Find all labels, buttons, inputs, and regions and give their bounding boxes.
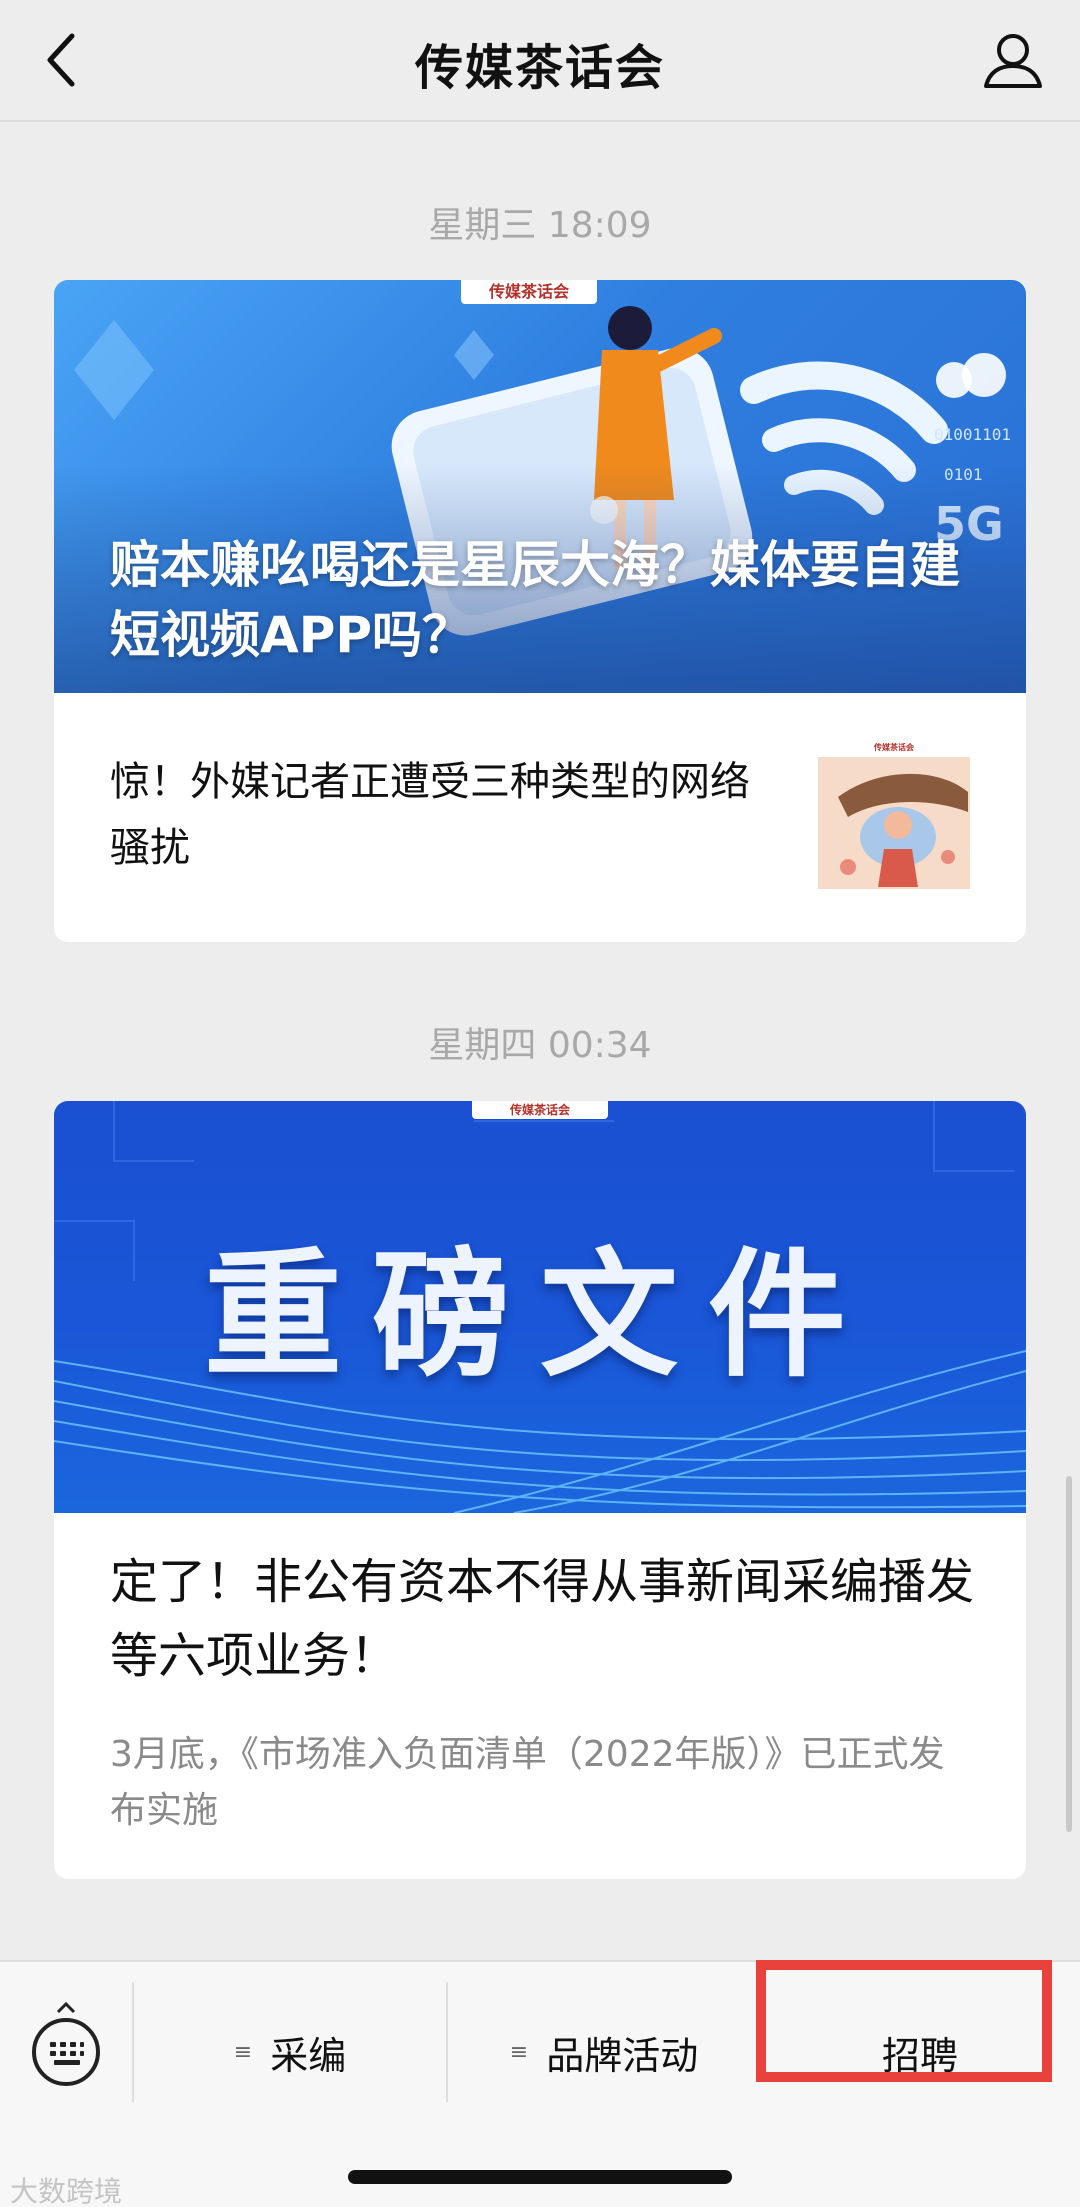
highlight-annotation-box xyxy=(756,1960,1052,2082)
sub-article-title[interactable]: 惊！外媒记者正遭受三种类型的网络骚扰 xyxy=(110,749,750,881)
person-icon[interactable] xyxy=(980,28,1046,92)
top-bar: 传媒茶话会 xyxy=(0,0,1080,122)
article-card: 5G 01001101 0101 传媒茶话会 赔本赚吆喝还是星辰大海？媒体要自建… xyxy=(54,280,1026,942)
menu-item-label: 品牌活动 xyxy=(546,2033,699,2078)
menu-item-brand-events[interactable]: ≡ 品牌活动 xyxy=(448,2014,760,2090)
menu-item-caibian[interactable]: ≡ 采编 xyxy=(134,2014,446,2090)
article-card[interactable]: 传媒茶话会 重磅文件 定了！非公有资本不得从事新闻采编播发等六项业务！ 3月底，… xyxy=(54,1101,1026,1879)
keyboard-icon[interactable] xyxy=(32,2018,100,2086)
thumbnail-illustration xyxy=(818,737,970,889)
page-title: 传媒茶话会 xyxy=(414,40,665,96)
brand-logo-tag: 传媒茶话会 xyxy=(461,280,597,304)
menu-item-label: 采编 xyxy=(270,2033,347,2078)
scrollbar[interactable] xyxy=(1066,1476,1072,1832)
home-indicator[interactable] xyxy=(348,2170,732,2184)
sub-article-row[interactable]: 惊！外媒记者正遭受三种类型的网络骚扰 传媒茶话会 xyxy=(54,693,1026,941)
menu-list-icon: ≡ xyxy=(509,2039,529,2065)
banner-headline: 重磅文件 xyxy=(203,1235,876,1396)
sub-article-thumbnail[interactable]: 传媒茶话会 xyxy=(818,737,970,889)
svg-text:01001101: 01001101 xyxy=(934,425,1011,444)
brand-logo-tag: 传媒茶话会 xyxy=(472,1101,608,1119)
article-headline[interactable]: 赔本赚吆喝还是星辰大海？媒体要自建短视频APP吗？ xyxy=(110,530,980,670)
article-description: 3月底，《市场准入负面清单（2022年版）》已正式发布实施 xyxy=(110,1734,945,1831)
article-banner[interactable]: 5G 01001101 0101 传媒茶话会 赔本赚吆喝还是星辰大海？媒体要自建… xyxy=(54,280,1026,693)
message-timestamp: 星期四 00:34 xyxy=(428,1025,652,1066)
article-title[interactable]: 定了！非公有资本不得从事新闻采编播发等六项业务！ xyxy=(110,1545,980,1693)
article-banner[interactable]: 传媒茶话会 重磅文件 xyxy=(54,1101,1026,1513)
watermark: 大数跨境 xyxy=(10,2175,123,2207)
caret-up-icon xyxy=(56,2002,76,2014)
thumb-brand-tag: 传媒茶话会 xyxy=(874,741,914,753)
menu-list-icon: ≡ xyxy=(233,2039,253,2065)
message-timestamp: 星期三 18:09 xyxy=(428,205,652,246)
